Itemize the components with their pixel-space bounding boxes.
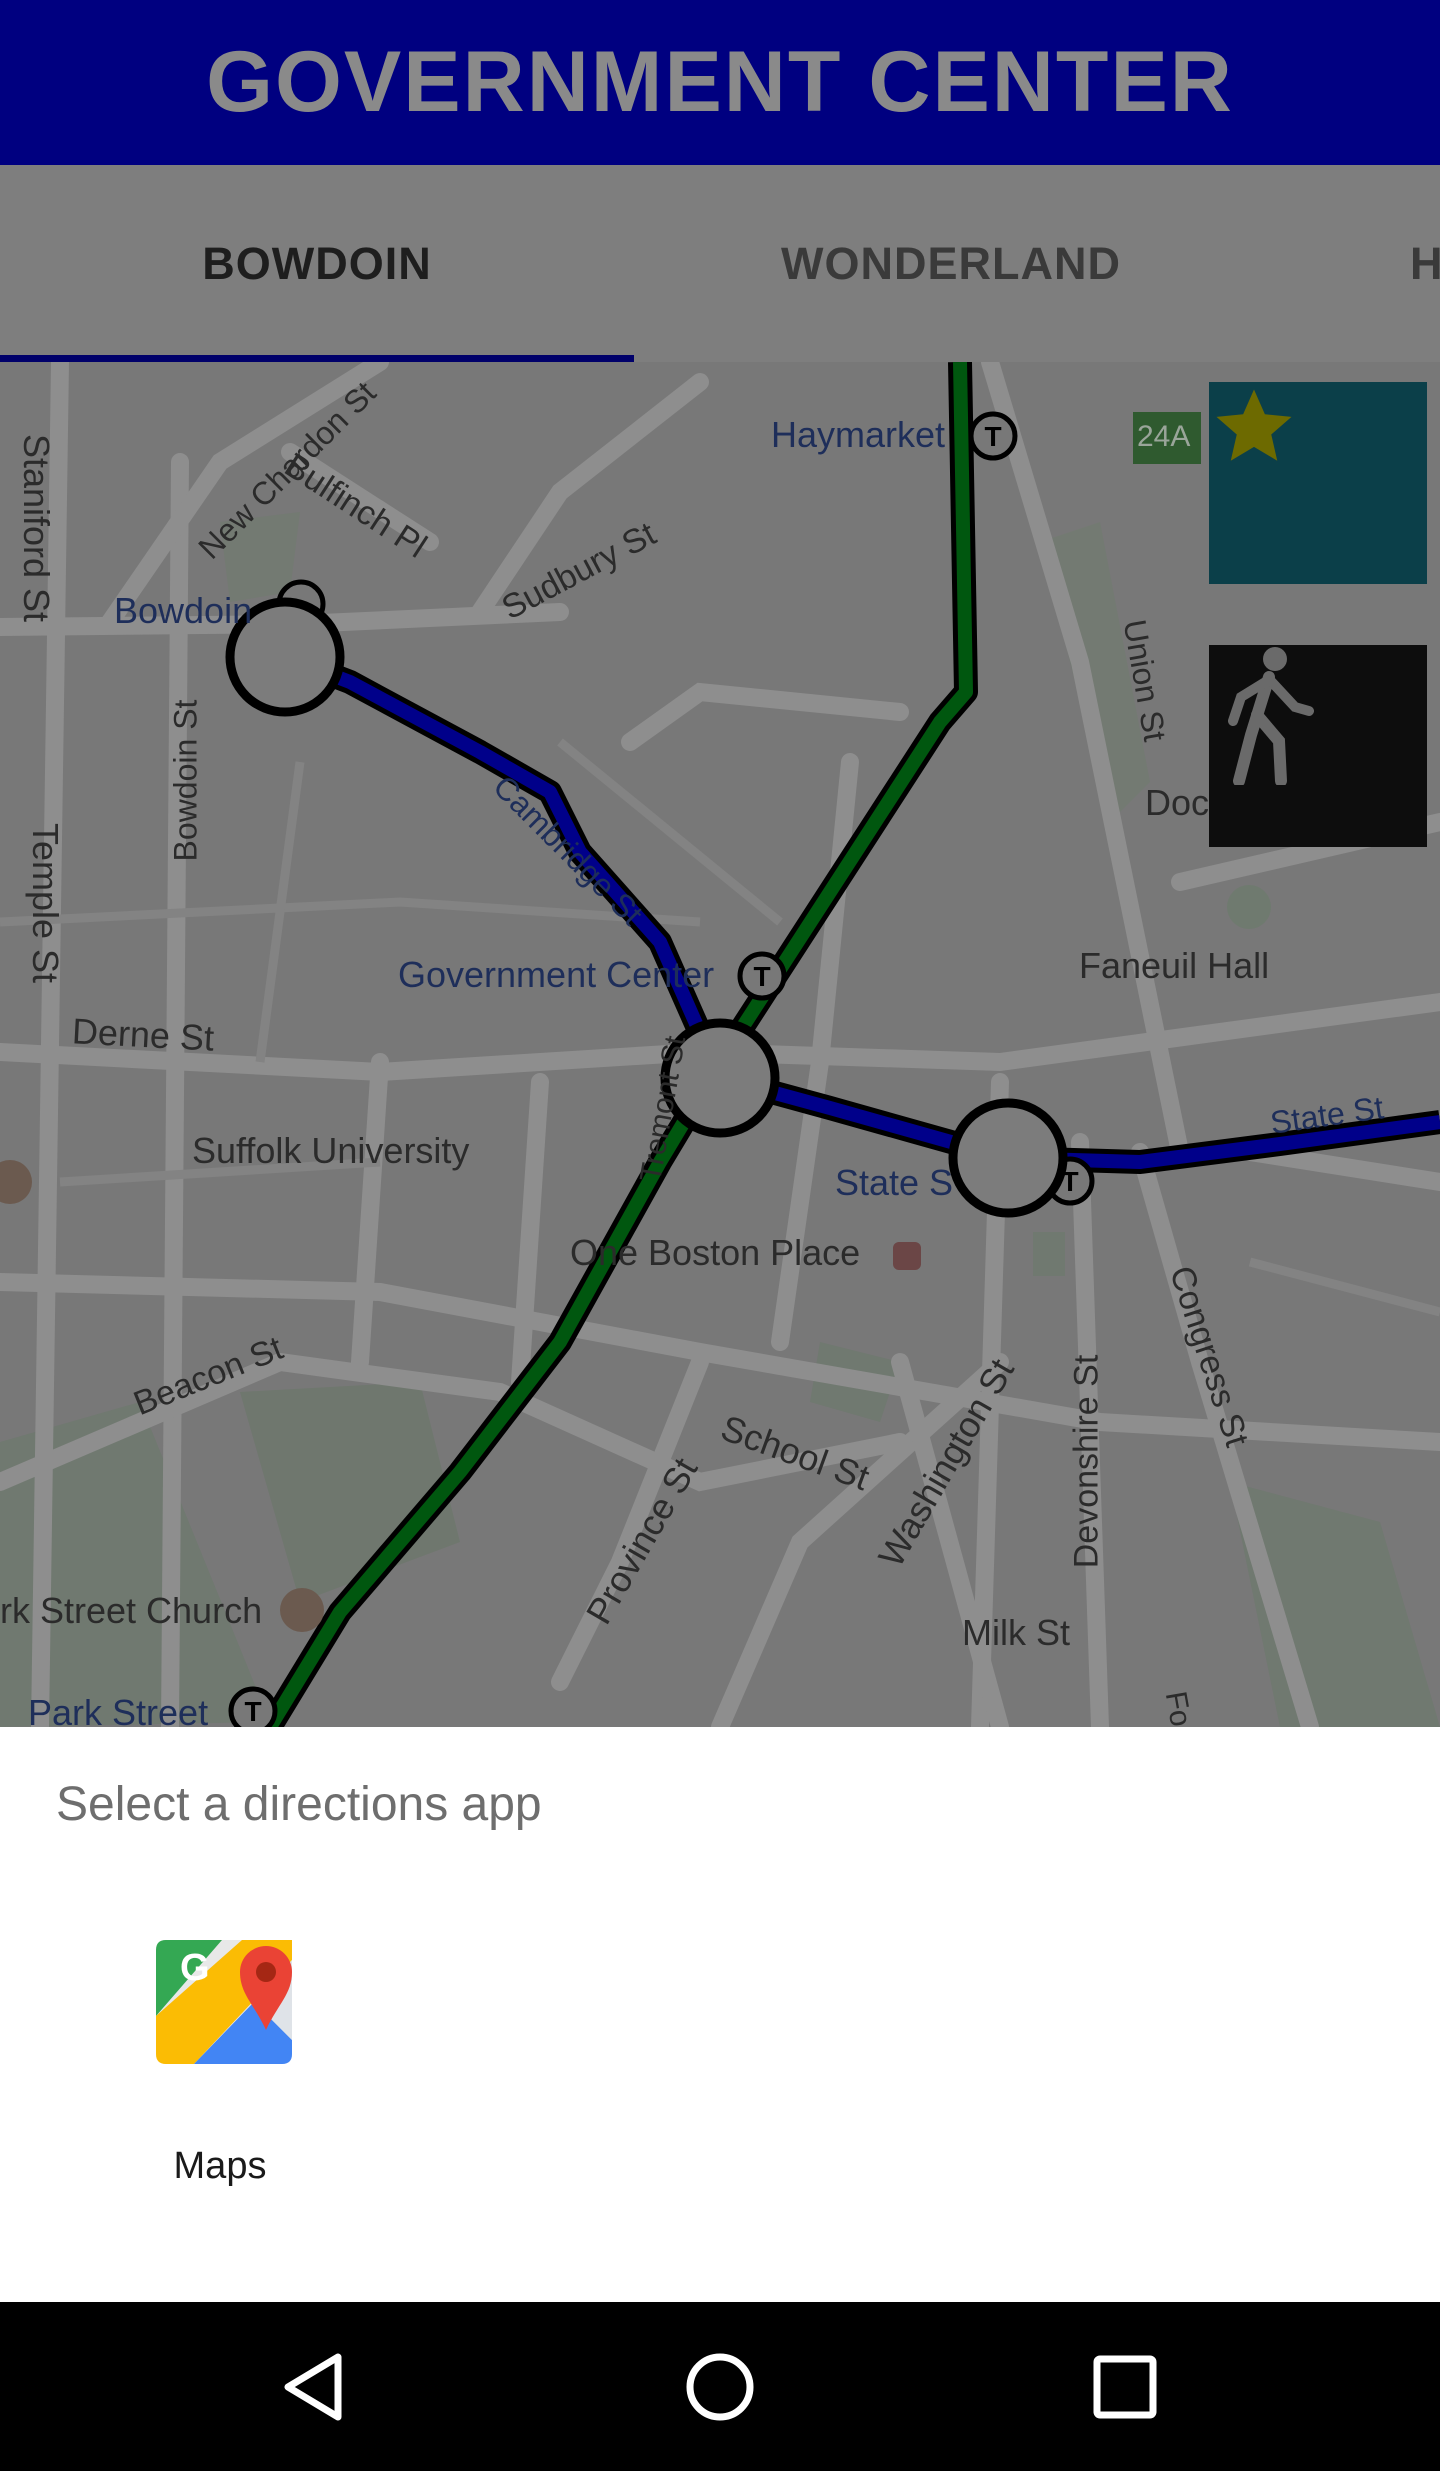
map-label-suffolk-university: Suffolk University (192, 1130, 470, 1171)
map-label-bowdoin-station: Bowdoin (114, 590, 253, 631)
app-option-maps-label: Maps (173, 2145, 267, 2187)
svg-text:T: T (984, 421, 1001, 452)
favorite-button[interactable] (1209, 382, 1427, 584)
tab-bar: BOWDOIN WONDERLAND H (0, 165, 1440, 362)
map-label-derne-st: Derne St (71, 1010, 216, 1059)
app-bar: GOVERNMENT CENTER (0, 0, 1440, 165)
map-label-fo: Fo (1158, 1688, 1198, 1727)
map-label-devonshire-st: Devonshire St (1067, 1354, 1106, 1569)
map-label-24a: 24A (1137, 420, 1191, 453)
map-label-park-street-church: rk Street Church (0, 1590, 263, 1631)
google-maps-icon: G (156, 1940, 292, 2064)
tab-wonderland[interactable]: WONDERLAND (634, 165, 1268, 362)
map-label-haymarket: Haymarket (771, 414, 946, 455)
map-label-state-station: State S (835, 1162, 954, 1203)
recents-square-icon (1093, 2355, 1157, 2419)
walking-directions-button[interactable] (1209, 645, 1427, 847)
back-button[interactable] (261, 2332, 371, 2442)
map-label-government-center: Government Center (398, 954, 715, 995)
map-label-staniford-st: Staniford St (16, 433, 58, 623)
chooser-title: Select a directions app (56, 1778, 542, 1831)
app-option-maps[interactable]: G Maps (120, 1920, 320, 2220)
map-label-park-street: Park Street (28, 1692, 209, 1727)
map-label-milk-st: Milk St (962, 1612, 1070, 1653)
map-label-faneuil-hall: Faneuil Hall (1079, 945, 1270, 986)
system-navigation-bar (0, 2302, 1440, 2471)
tab-next-partial[interactable]: H (1268, 165, 1440, 362)
svg-text:T: T (753, 961, 770, 992)
tab-bowdoin[interactable]: BOWDOIN (0, 165, 634, 362)
home-circle-icon (686, 2353, 754, 2421)
selected-tab-indicator (0, 355, 634, 362)
recents-button[interactable] (1070, 2332, 1180, 2442)
map-label-temple-st: Temple St (25, 822, 67, 984)
star-icon (1216, 389, 1292, 461)
map-label-bowdoin-st: Bowdoin St (167, 699, 204, 862)
map-view[interactable]: T T T T Haymarket 24A Staniford St New C… (0, 362, 1440, 1727)
back-triangle-icon (284, 2353, 342, 2421)
walking-person-icon (1228, 647, 1314, 785)
svg-text:T: T (244, 1696, 261, 1727)
directions-app-chooser: Select a directions app G Maps (0, 1727, 1440, 2302)
map-label-one-boston-place: One Boston Place (570, 1232, 861, 1273)
home-button[interactable] (665, 2332, 775, 2442)
svg-text:G: G (180, 1947, 210, 1989)
map-label-dock: Doc (1145, 782, 1210, 823)
page-title: GOVERNMENT CENTER (206, 34, 1234, 130)
